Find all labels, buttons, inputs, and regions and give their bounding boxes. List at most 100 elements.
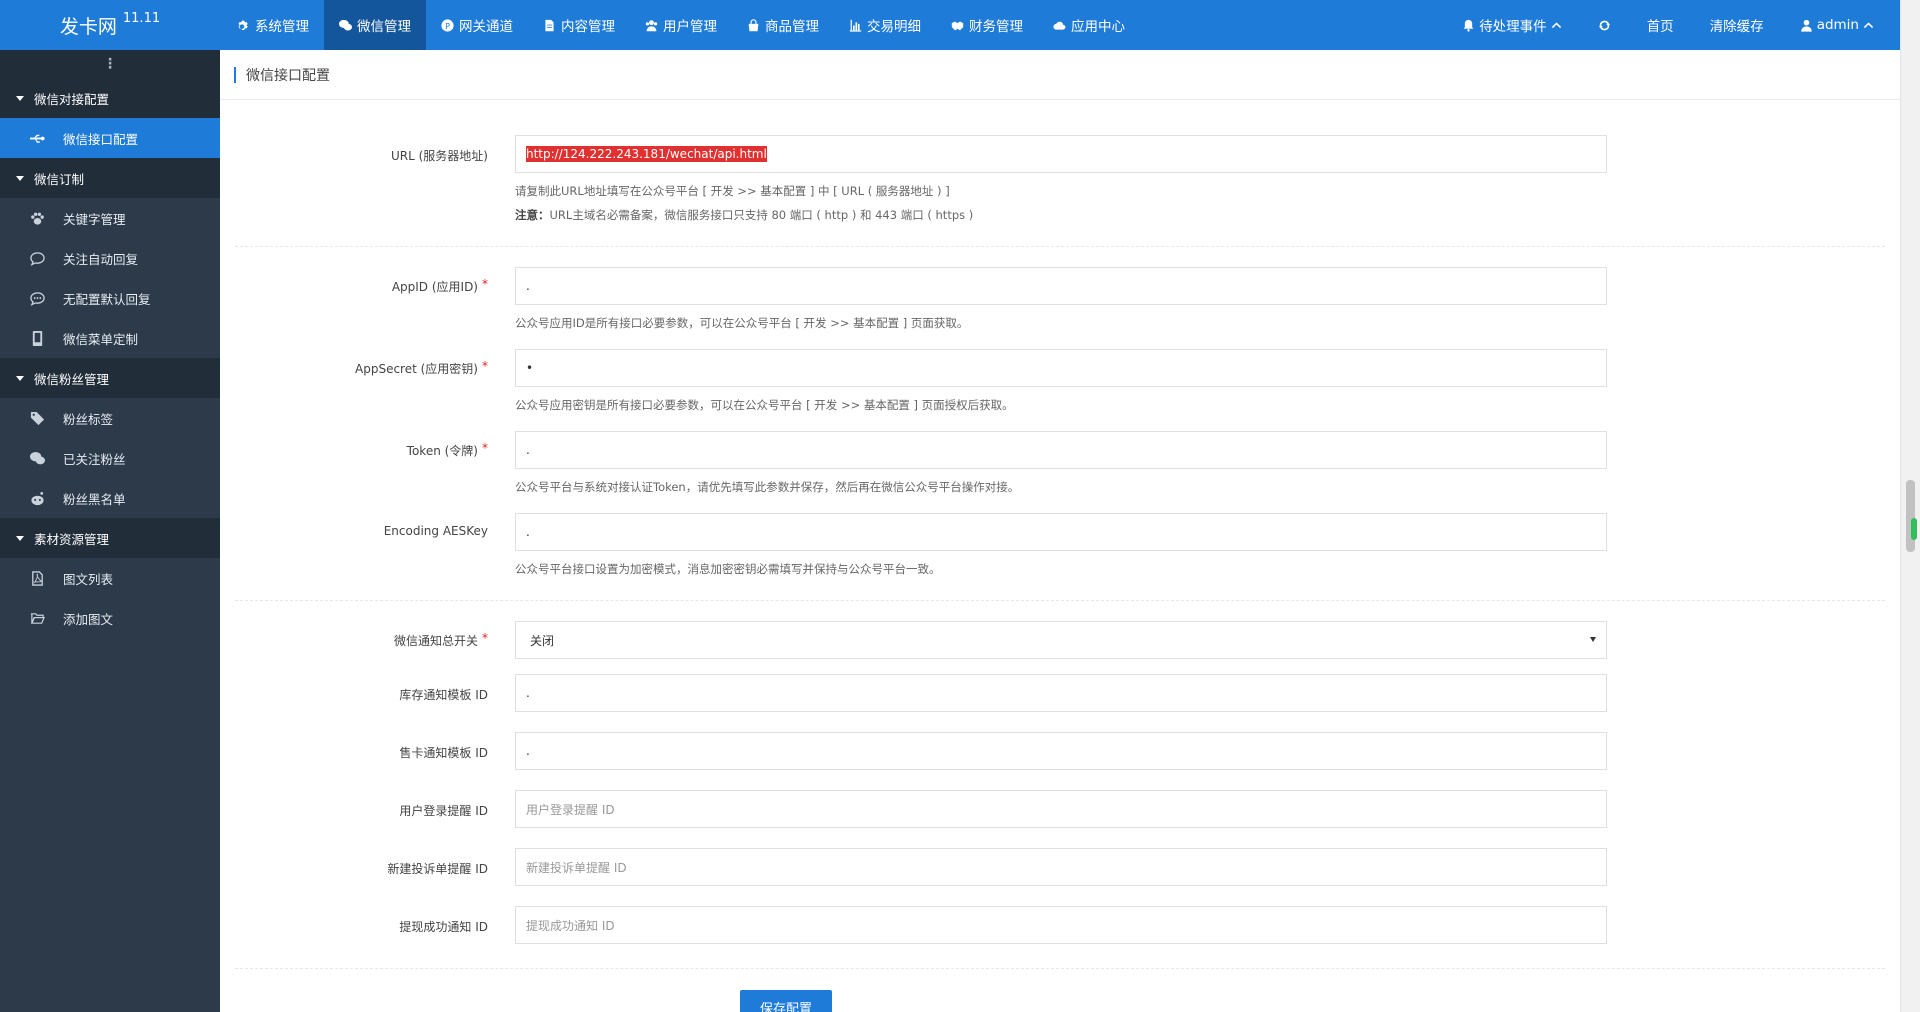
sidebar-item-default-reply[interactable]: 无配置默认回复 <box>0 278 220 318</box>
sidebar-item-label: 关注自动回复 <box>63 251 139 267</box>
sidebar-group-wechat-config[interactable]: 微信对接配置 <box>0 78 220 118</box>
page-header: 微信接口配置 <box>220 50 1900 100</box>
appsecret-label-text: AppSecret (应用密钥) <box>355 362 478 376</box>
section-divider <box>235 968 1885 969</box>
comment-icon <box>30 251 45 266</box>
brand-version: 11.11 <box>122 10 161 26</box>
stock-tpl-field[interactable]: . <box>515 674 1607 712</box>
bar-chart-icon <box>849 19 862 32</box>
sidebar-item-add-article[interactable]: 添加图文 <box>0 598 220 638</box>
appsecret-help: 公众号应用密钥是所有接口必要参数，可以在公众号平台 [ 开发 >> 基本配置 ]… <box>515 398 1014 412</box>
token-label: Token (令牌) * <box>220 441 488 459</box>
url-help: 请复制此URL地址填写在公众号平台 [ 开发 >> 基本配置 ] 中 [ URL… <box>515 184 950 198</box>
scroll-indicator <box>1911 518 1917 540</box>
refresh-button[interactable] <box>1580 0 1629 50</box>
topnav-system[interactable]: 系统管理 <box>222 0 324 50</box>
page-scrollbar[interactable] <box>1900 0 1920 1012</box>
withdraw-tpl-placeholder: 提现成功通知 ID <box>526 918 615 933</box>
url-note-text: URL主域名必需备案，微信服务接口只支持 80 端口 ( http ) 和 44… <box>549 208 974 222</box>
sidebar-toggle[interactable]: ⋮ <box>0 50 220 78</box>
sidebar-item-label: 添加图文 <box>63 611 114 627</box>
url-note: 注意：URL主域名必需备案，微信服务接口只支持 80 端口 ( http ) 和… <box>515 207 973 223</box>
required-mark: * <box>482 277 488 291</box>
sidebar-item-wechat-api-config[interactable]: 微信接口配置 <box>0 118 220 158</box>
appid-field[interactable]: . <box>515 267 1607 305</box>
required-mark: * <box>482 359 488 373</box>
sidebar-group-materials[interactable]: 素材资源管理 <box>0 518 220 558</box>
sidebar-item-follow-reply[interactable]: 关注自动回复 <box>0 238 220 278</box>
scrollbar-thumb[interactable] <box>1906 480 1915 552</box>
section-divider <box>235 246 1885 247</box>
wechat-icon <box>30 451 45 464</box>
aeskey-field[interactable]: . <box>515 513 1607 551</box>
topnav-goods[interactable]: 商品管理 <box>732 0 834 50</box>
topnav-label: 系统管理 <box>255 19 309 35</box>
withdraw-tpl-field[interactable]: 提现成功通知 ID <box>515 906 1607 944</box>
cloud-icon <box>1053 21 1066 30</box>
notify-switch-label-text: 微信通知总开关 <box>393 634 478 648</box>
appsecret-field[interactable]: • <box>515 349 1607 387</box>
save-config-button[interactable]: 保存配置 <box>740 990 832 1012</box>
right-menu: 待处理事件 首页 清除缓存 admin <box>1444 0 1892 50</box>
sidebar-item-label: 粉丝黑名单 <box>63 491 126 507</box>
sale-tpl-label: 售卡通知模板 ID <box>399 746 488 760</box>
complaint-tpl-field[interactable]: 新建投诉单提醒 ID <box>515 848 1607 886</box>
title-accent-bar <box>234 66 236 83</box>
sale-tpl-field[interactable]: . <box>515 732 1607 770</box>
sidebar-item-keywords[interactable]: 关键字管理 <box>0 198 220 238</box>
sidebar-item-fan-tags[interactable]: 粉丝标签 <box>0 398 220 438</box>
topnav-label: 内容管理 <box>561 19 615 35</box>
wechat-icon <box>339 19 352 31</box>
caret-down-icon <box>16 175 24 181</box>
sidebar-item-fan-blacklist[interactable]: 粉丝黑名单 <box>0 478 220 518</box>
topnav-apps[interactable]: 应用中心 <box>1038 0 1140 50</box>
clear-cache-link[interactable]: 清除缓存 <box>1692 0 1782 50</box>
caret-down-icon <box>1590 637 1596 642</box>
appid-label-text: AppID (应用ID) <box>391 280 478 294</box>
top-menu: 系统管理 微信管理 P 网关通道 内容管理 用户管理 商品管理 交易明细 财务管 <box>222 0 1140 50</box>
notify-switch-select[interactable]: 关闭 <box>515 621 1607 659</box>
topnav-content[interactable]: 内容管理 <box>528 0 630 50</box>
appid-help: 公众号应用ID是所有接口必要参数，可以在公众号平台 [ 开发 >> 基本配置 ]… <box>515 316 969 330</box>
topnav-label: 财务管理 <box>969 19 1023 35</box>
topnav-label: 应用中心 <box>1071 19 1125 35</box>
url-field[interactable]: http://124.222.243.181/wechat/api.html <box>515 135 1607 173</box>
user-menu[interactable]: admin <box>1782 0 1892 50</box>
sidebar-group-label: 素材资源管理 <box>34 531 110 547</box>
caret-down-icon <box>16 95 24 101</box>
mobile-icon <box>32 330 43 346</box>
sidebar-item-label: 微信菜单定制 <box>63 331 139 347</box>
handshake-icon <box>951 20 964 30</box>
topnav-finance[interactable]: 财务管理 <box>936 0 1038 50</box>
sidebar-item-article-list[interactable]: 图文列表 <box>0 558 220 598</box>
sidebar-group-label: 微信粉丝管理 <box>34 371 110 387</box>
token-field[interactable]: . <box>515 431 1607 469</box>
file-text-icon <box>545 19 554 31</box>
login-tpl-field[interactable]: 用户登录提醒 ID <box>515 790 1607 828</box>
sidebar-group-wechat-custom[interactable]: 微信订制 <box>0 158 220 198</box>
sidebar-item-label: 无配置默认回复 <box>63 291 151 307</box>
sidebar-item-followed-fans[interactable]: 已关注粉丝 <box>0 438 220 478</box>
sidebar-item-label: 关键字管理 <box>63 211 126 227</box>
refresh-icon <box>1598 20 1610 30</box>
appid-label: AppID (应用ID) * <box>220 277 488 295</box>
complaint-tpl-label: 新建投诉单提醒 ID <box>387 862 488 876</box>
brand-logo[interactable]: 发卡网 11.11 <box>0 0 220 50</box>
sidebar-item-menu-custom[interactable]: 微信菜单定制 <box>0 318 220 358</box>
topnav-wechat[interactable]: 微信管理 <box>324 0 426 50</box>
pending-events-label: 待处理事件 <box>1479 19 1547 35</box>
appid-value: . <box>526 279 530 293</box>
topnav-trades[interactable]: 交易明细 <box>834 0 936 50</box>
required-mark: * <box>482 631 488 645</box>
brand-name: 发卡网 <box>59 15 117 38</box>
usb-icon <box>30 134 45 143</box>
complaint-tpl-placeholder: 新建投诉单提醒 ID <box>526 860 627 875</box>
pending-events-menu[interactable]: 待处理事件 <box>1444 0 1580 50</box>
aeskey-help: 公众号平台接口设置为加密模式，消息加密密钥必需填写并保持与公众号平台一致。 <box>515 562 941 576</box>
token-label-text: Token (令牌) <box>406 444 478 458</box>
sidebar-group-fans[interactable]: 微信粉丝管理 <box>0 358 220 398</box>
topnav-gateway[interactable]: P 网关通道 <box>426 0 528 50</box>
url-label: URL (服务器地址) <box>391 149 488 163</box>
home-link[interactable]: 首页 <box>1629 0 1692 50</box>
topnav-users[interactable]: 用户管理 <box>630 0 732 50</box>
